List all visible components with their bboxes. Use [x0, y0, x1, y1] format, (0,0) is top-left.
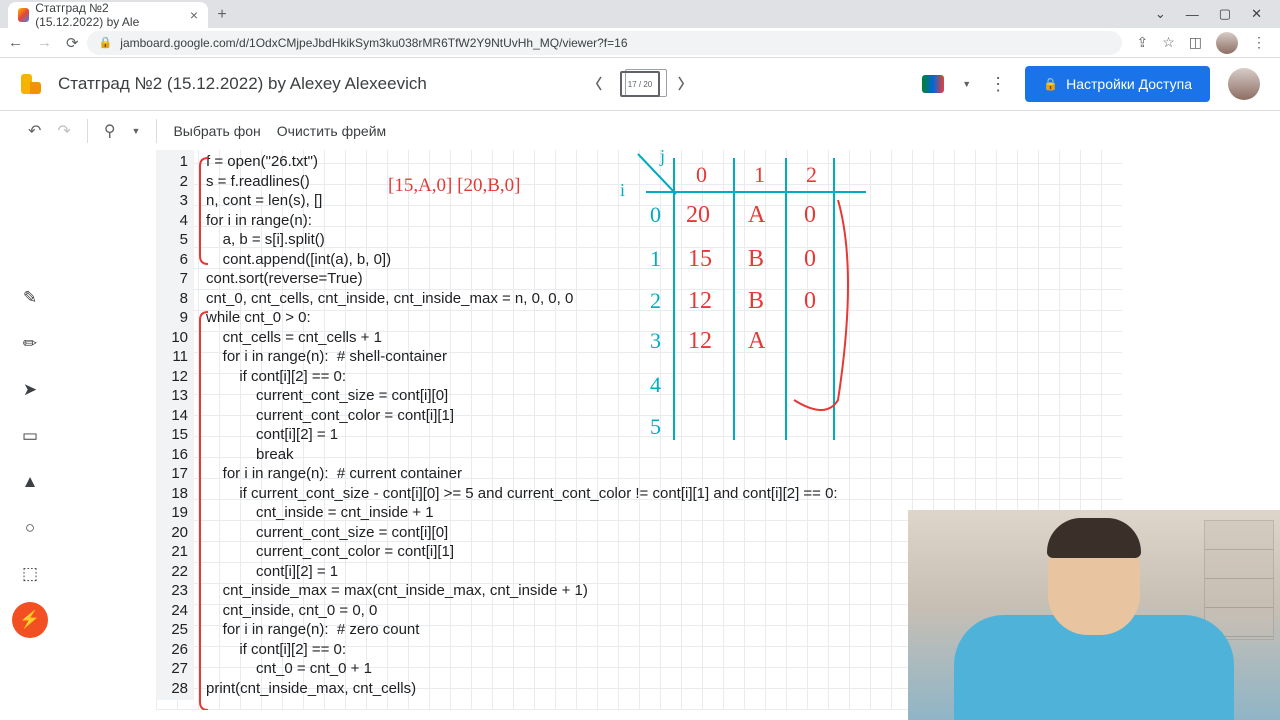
new-tab-button[interactable]: + — [208, 2, 236, 28]
browser-tab[interactable]: Статград №2 (15.12.2022) by Ale × — [8, 2, 208, 28]
red-brackets-annotation — [198, 152, 212, 710]
document-title[interactable]: Статград №2 (15.12.2022) by Alexey Alexe… — [58, 74, 427, 94]
star-icon[interactable]: ☆ — [1162, 34, 1175, 51]
redo-icon[interactable]: ↷ — [57, 121, 70, 141]
reload-icon[interactable]: ⟳ — [66, 34, 79, 52]
address-bar[interactable]: 🔒 jamboard.google.com/d/1OdxCMjpeJbdHkik… — [87, 31, 1123, 55]
url-text: jamboard.google.com/d/1OdxCMjpeJbdHkikSy… — [120, 36, 627, 50]
next-frame-button[interactable]: 〉 — [678, 74, 692, 94]
undo-icon[interactable]: ↶ — [28, 121, 41, 141]
meet-dropdown-icon[interactable]: ▼ — [962, 79, 971, 89]
share-page-icon[interactable]: ⇪ — [1136, 34, 1148, 51]
clear-frame-button[interactable]: Очистить фрейм — [277, 123, 386, 139]
drawing-toolbar: ✎ ✏ ➤ ▭ ▲ ○ ⬚ ⚡ — [0, 150, 60, 720]
google-meet-icon[interactable] — [922, 75, 944, 93]
chevron-down-icon[interactable]: ⌄ — [1155, 6, 1166, 22]
maximize-icon[interactable]: ▢ — [1219, 6, 1231, 22]
back-icon[interactable]: ← — [8, 34, 23, 51]
array-annotation: [15,A,0] [20,B,0] — [388, 175, 520, 197]
close-window-icon[interactable]: ✕ — [1251, 6, 1262, 22]
laser-tool-icon[interactable]: ⚡ — [12, 602, 48, 638]
minimize-icon[interactable]: — — [1186, 7, 1199, 22]
sticky-note-tool-icon[interactable]: ▭ — [12, 418, 48, 454]
more-options-icon[interactable]: ⋮ — [989, 74, 1007, 95]
tab-title: Статград №2 (15.12.2022) by Ale — [35, 1, 180, 29]
separator — [87, 119, 88, 143]
extension-icon[interactable]: ◫ — [1189, 34, 1202, 51]
shape-tool-icon[interactable]: ○ — [12, 510, 48, 546]
share-label: Настройки Доступа — [1066, 76, 1192, 92]
select-tool-icon[interactable]: ➤ — [12, 372, 48, 408]
text-tool-icon[interactable]: ⬚ — [12, 556, 48, 592]
zoom-dropdown-icon[interactable]: ▼ — [132, 126, 141, 136]
jamboard-favicon-icon — [18, 8, 29, 22]
image-tool-icon[interactable]: ▲ — [12, 464, 48, 500]
profile-avatar-icon[interactable] — [1216, 32, 1238, 54]
webcam-overlay — [908, 510, 1280, 720]
separator — [156, 119, 157, 143]
user-avatar-icon[interactable] — [1228, 68, 1260, 100]
marker-tool-icon[interactable]: ✏ — [12, 326, 48, 362]
prev-frame-button[interactable]: 〈 — [588, 74, 602, 94]
frame-indicator[interactable]: 17 / 20 — [620, 71, 660, 97]
close-tab-icon[interactable]: × — [190, 7, 198, 23]
forward-icon[interactable]: → — [37, 34, 52, 51]
share-button[interactable]: 🔒 Настройки Доступа — [1025, 66, 1210, 102]
background-button[interactable]: Выбрать фон — [173, 123, 260, 139]
pen-tool-icon[interactable]: ✎ — [12, 280, 48, 316]
line-numbers: 1234567891011121314151617181920212223242… — [156, 150, 194, 700]
lock-icon: 🔒 — [1043, 77, 1058, 91]
jamboard-logo-icon[interactable] — [18, 71, 44, 97]
lock-icon: 🔒 — [99, 36, 113, 49]
kebab-menu-icon[interactable]: ⋮ — [1252, 34, 1266, 51]
zoom-icon[interactable]: ⚲ — [104, 121, 116, 141]
